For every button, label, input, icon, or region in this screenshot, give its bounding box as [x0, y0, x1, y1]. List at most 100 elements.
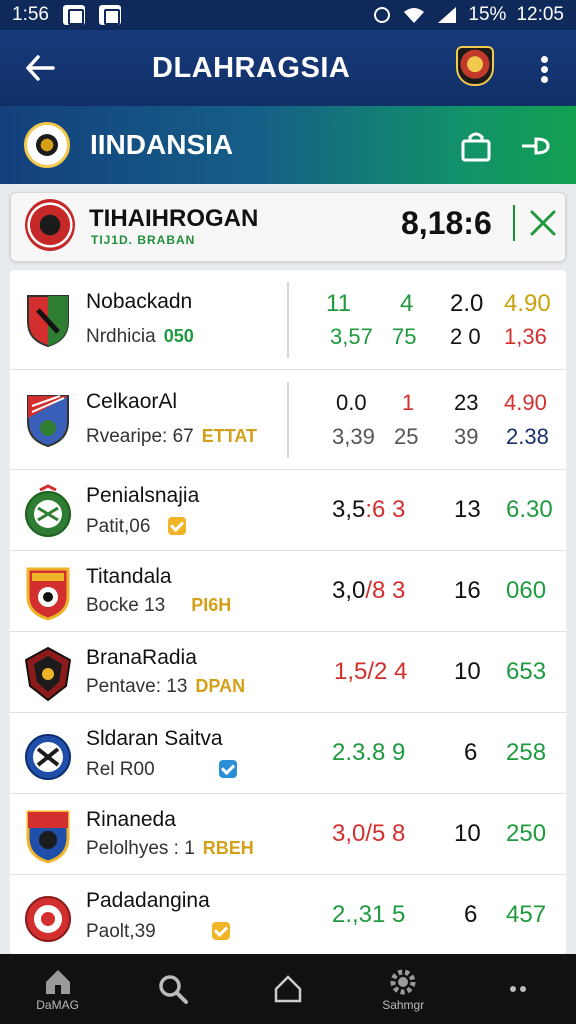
match-info: Rvearipe: 67	[86, 426, 194, 447]
search-icon	[159, 975, 188, 1004]
match-meta: Patit,06	[86, 514, 187, 538]
odds-value[interactable]: 11	[326, 290, 351, 318]
match-meta: Paolt,39	[86, 919, 230, 943]
odds-value[interactable]: 4.90	[504, 390, 547, 416]
odds-value[interactable]: 3,5:6 3	[332, 496, 405, 524]
divider	[287, 382, 289, 458]
vibrate-icon	[374, 7, 391, 23]
match-row[interactable]: Rinaneda Pelolhyes : 1 RBEH 3,0/5 8 10 25…	[10, 794, 566, 875]
match-meta: Pentave: 13 DPAN	[86, 676, 245, 698]
match-meta: Bocke 13 PI6H	[86, 595, 231, 617]
count-value: 6	[464, 739, 478, 766]
match-row[interactable]: Sldaran Saitva Rel R00 2.3.8 9 6 258	[10, 713, 566, 794]
odds-value[interactable]: 2 0	[450, 324, 481, 350]
team-crest-icon	[26, 810, 70, 864]
nav-settings[interactable]: Sahmgr	[346, 954, 461, 1024]
match-meta: Rvearipe: 67 ETTAT	[86, 426, 257, 448]
featured-match-card[interactable]: TIHAIHROGAN TIJ1D. BRABAN 8,18:6	[10, 192, 566, 262]
team-crest-icon	[25, 896, 71, 942]
team-crest-icon	[25, 199, 75, 251]
pin-icon[interactable]	[520, 132, 552, 160]
check-icon	[168, 517, 187, 535]
shopping-bag-icon[interactable]	[460, 130, 492, 162]
signal-icon	[438, 7, 457, 23]
close-icon[interactable]	[527, 207, 559, 239]
odds-value[interactable]: 0.0	[336, 390, 367, 416]
odds-value[interactable]: 060	[506, 577, 546, 605]
odds-value[interactable]: 1,36	[504, 324, 547, 350]
odds-value[interactable]: 2.38	[506, 424, 549, 450]
nav-home[interactable]: DaMAG	[0, 954, 115, 1024]
bottom-nav: DaMAG Sahmgr	[0, 954, 576, 1024]
wifi-icon	[404, 8, 425, 23]
match-info: Patit,06	[86, 516, 151, 537]
nav-more[interactable]	[461, 954, 576, 1024]
team-name: CelkaorAl	[86, 390, 178, 413]
count-value: 10	[454, 820, 481, 847]
odds-value[interactable]: 1,5/2 4	[334, 658, 407, 686]
divider	[513, 205, 515, 241]
battery-level: 15%	[468, 4, 507, 25]
club-crest-icon[interactable]	[456, 46, 494, 86]
odds-value[interactable]: 3,0/8 3	[332, 577, 405, 605]
back-button[interactable]	[18, 46, 62, 90]
more-horiz-icon	[510, 986, 527, 992]
match-info: Pentave: 13	[86, 676, 188, 697]
odds-part: 3,5	[332, 496, 366, 523]
featured-subtitle: TIJ1D. BRABAN	[91, 233, 196, 247]
odds-value[interactable]: 4.90	[504, 290, 551, 318]
settings-icon	[390, 969, 416, 995]
more-vert-icon[interactable]	[530, 54, 558, 84]
odds-value[interactable]: 3,39	[332, 424, 375, 450]
odds-part: /8 3	[365, 577, 406, 604]
odds-value[interactable]: 39	[454, 424, 478, 450]
odds-value[interactable]: 6.30	[506, 496, 553, 524]
match-meta: Nrdhicia 050	[86, 326, 194, 348]
odds-part: 3,0	[332, 577, 366, 604]
team-name: Padadangina	[86, 889, 210, 912]
odds-value[interactable]: 2.,31 5	[332, 901, 405, 929]
odds-value[interactable]: 75	[392, 324, 416, 350]
match-tag: DPAN	[195, 676, 246, 696]
odds-value[interactable]: 1	[402, 390, 414, 416]
match-row[interactable]: Penialsnajia Patit,06 3,5:6 3 13 6.30	[10, 470, 566, 551]
home-icon	[45, 970, 70, 994]
outline-home-icon	[274, 975, 302, 1003]
odds-value[interactable]: 23	[454, 390, 478, 416]
featured-title: TIHAIHROGAN	[89, 205, 259, 232]
match-tag: PI6H	[191, 595, 232, 615]
match-row[interactable]: Padadangina Paolt,39 2.,31 5 6 457	[10, 875, 566, 954]
match-info: Rel R00	[86, 759, 155, 780]
team-name: Nobackadn	[86, 290, 193, 313]
odds-value[interactable]: 250	[506, 820, 546, 848]
odds-value[interactable]: 2.3.8 9	[332, 739, 405, 767]
odds-part: :6 3	[365, 496, 406, 523]
league-logo-icon	[24, 122, 70, 168]
nav-center[interactable]	[230, 954, 345, 1024]
league-name: IINDANSIA	[90, 129, 234, 160]
notification-icon	[62, 5, 85, 25]
status-clock: 12:05	[516, 4, 564, 25]
status-bar: 1:56 15% 12:05	[0, 0, 576, 30]
app-bar: DLAHRAGSIA	[0, 30, 576, 106]
match-row[interactable]: Nobackadn Nrdhicia 050 11 4 2.0 4.90 3,57…	[10, 270, 566, 370]
odds-value[interactable]: 3,0/5 8	[332, 820, 405, 848]
odds-value[interactable]: 653	[506, 658, 546, 686]
odds-value[interactable]: 457	[506, 901, 546, 929]
odds-value[interactable]: 4	[400, 290, 413, 318]
league-header: IINDANSIA	[0, 106, 576, 184]
team-name: Penialsnajia	[86, 484, 200, 507]
team-name: Rinaneda	[86, 808, 176, 831]
match-row[interactable]: CelkaorAl Rvearipe: 67 ETTAT 0.0 1 23 4.9…	[10, 370, 566, 470]
odds-value[interactable]: 258	[506, 739, 546, 767]
team-name: Titandala	[86, 565, 172, 588]
match-row[interactable]: BranaRadia Pentave: 13 DPAN 1,5/2 4 10 65…	[10, 632, 566, 713]
nav-search[interactable]	[115, 954, 230, 1024]
match-meta: Rel R00	[86, 757, 237, 781]
odds-value[interactable]: 3,57	[330, 324, 373, 350]
match-row[interactable]: Titandala Bocke 13 PI6H 3,0/8 3 16 060	[10, 551, 566, 632]
odds-value[interactable]: 25	[394, 424, 418, 450]
odds-value[interactable]: 2.0	[450, 290, 483, 318]
team-crest-icon	[27, 295, 69, 348]
team-crest-icon	[25, 484, 71, 537]
